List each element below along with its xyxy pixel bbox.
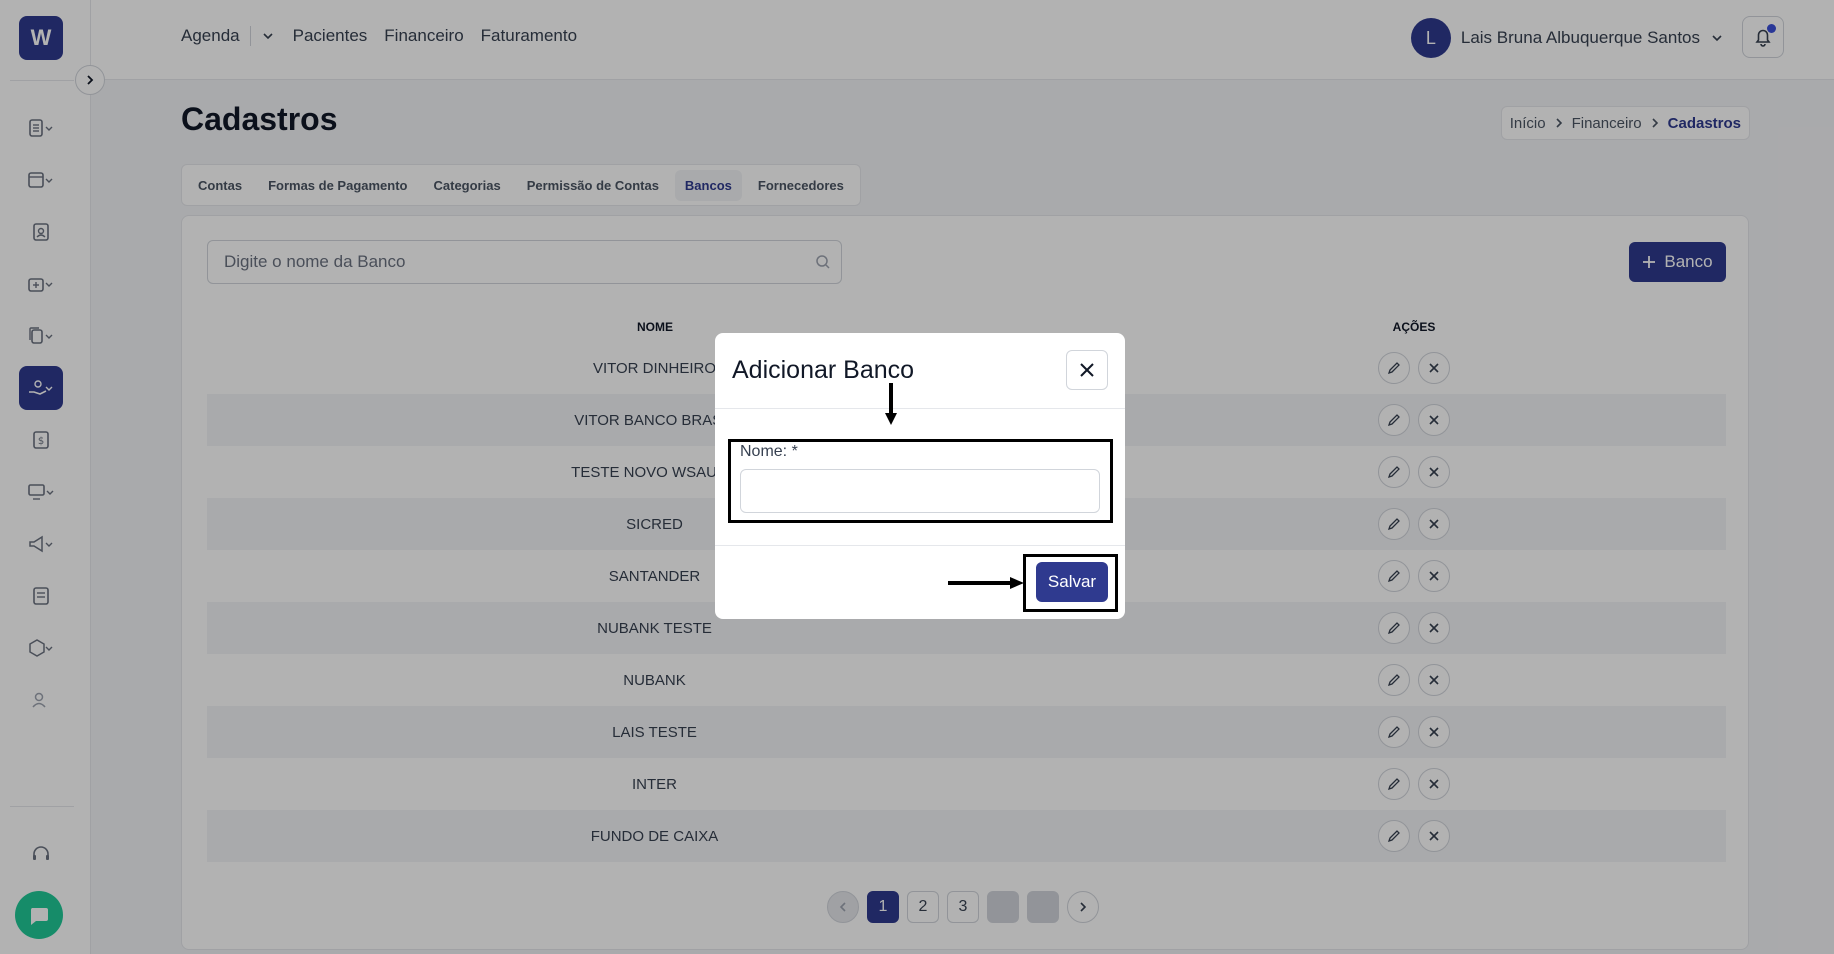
modal-divider — [715, 408, 1125, 409]
modal-close-button[interactable] — [1066, 350, 1108, 390]
bank-name-input[interactable] — [740, 469, 1100, 513]
name-field-label: Nome: * — [740, 443, 798, 460]
modal-divider — [715, 545, 1125, 546]
close-icon — [1080, 363, 1094, 377]
arrow-right-annotation — [948, 577, 1024, 589]
add-bank-modal: Adicionar Banco Nome: * Salvar — [715, 333, 1125, 619]
modal-title: Adicionar Banco — [732, 356, 915, 384]
arrow-down-annotation — [885, 383, 897, 425]
save-button[interactable]: Salvar — [1036, 562, 1108, 602]
